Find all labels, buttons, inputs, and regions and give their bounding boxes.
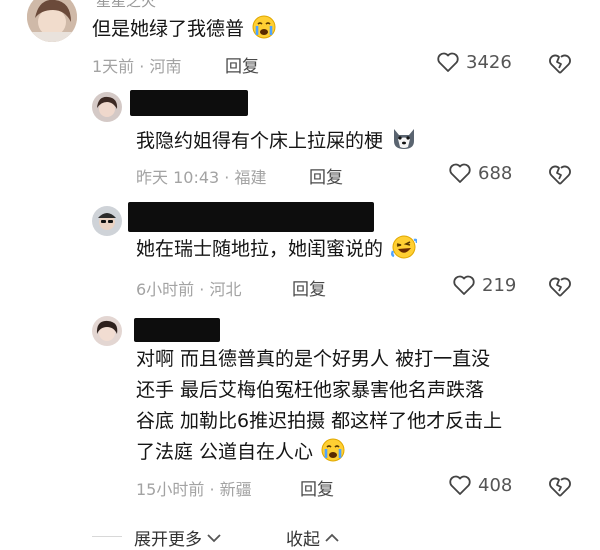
comment-text-content: 我隐约姐得有个床上拉屎的梗 <box>136 130 384 152</box>
comment-meta: 15小时前 · 新疆 <box>136 476 252 500</box>
heart-outline-icon <box>437 52 459 72</box>
reply-button[interactable]: 回复 <box>225 52 259 77</box>
comment-4: 对啊 而且德普真的是个好男人 被打一直没 还手 最后艾梅伯冤枉他家暴害他名声跌落… <box>0 308 600 508</box>
comment-meta: 昨天 10:43 · 福建 <box>136 164 266 188</box>
like-button[interactable]: 688 <box>448 162 512 184</box>
comment-line-2: 还手 最后艾梅伯冤枉他家暴害他名声跌落 <box>136 379 485 401</box>
comment-meta: 1天前 · 河南 <box>92 53 181 77</box>
avatar[interactable] <box>27 0 77 42</box>
broken-heart-icon[interactable] <box>548 275 572 299</box>
reply-button[interactable]: 回复 <box>309 163 343 188</box>
comment-text-content: 但是她绿了我德普 <box>92 18 245 40</box>
broken-heart-icon[interactable] <box>548 52 572 76</box>
collapse-button[interactable]: 收起 <box>286 525 340 550</box>
meta-separator: · <box>139 57 150 76</box>
like-count: 3426 <box>466 51 512 73</box>
comment-text: 我隐约姐得有个床上拉屎的梗 <box>136 126 417 161</box>
laughing-face-icon <box>391 235 419 269</box>
chevron-up-icon <box>325 533 339 542</box>
heart-outline-icon <box>453 275 475 295</box>
comment-text: 她在瑞士随地拉，她闺蜜说的 <box>136 234 419 269</box>
comment-line-4: 了法庭 公道自在人心 <box>136 441 314 463</box>
reply-button[interactable]: 回复 <box>292 275 326 300</box>
heart-outline-icon <box>449 163 471 183</box>
crying-face-icon <box>252 15 276 49</box>
reply-button[interactable]: 回复 <box>300 475 334 500</box>
husky-dog-icon <box>391 127 417 161</box>
collapse-label: 收起 <box>286 530 320 550</box>
comment-line-4-wrap: 了法庭 公道自在人心 <box>136 437 596 472</box>
comment-meta: 6小时前 · 河北 <box>136 276 241 300</box>
broken-heart-icon[interactable] <box>548 475 572 499</box>
heart-outline-icon <box>449 475 471 495</box>
comment-time: 昨天 10:43 <box>136 168 220 187</box>
broken-heart-icon[interactable] <box>548 163 572 187</box>
chevron-down-icon <box>207 533 221 542</box>
comment-time: 15小时前 <box>136 480 205 499</box>
like-button[interactable]: 219 <box>452 274 516 296</box>
avatar[interactable] <box>92 206 122 236</box>
meta-separator: · <box>224 168 235 187</box>
comment-time: 6小时前 <box>136 280 195 299</box>
comment-line-1: 对啊 而且德普真的是个好男人 被打一直没 <box>136 348 491 370</box>
comment-location: 福建 <box>234 168 267 187</box>
redacted-username <box>134 318 220 342</box>
avatar[interactable] <box>92 316 122 346</box>
comment-location: 河南 <box>149 57 182 76</box>
comment-location: 新疆 <box>219 480 252 499</box>
crying-face-icon <box>321 438 345 472</box>
like-button[interactable]: 3426 <box>436 51 512 73</box>
comment-time: 1天前 <box>92 57 135 76</box>
like-count: 408 <box>478 474 513 496</box>
avatar[interactable] <box>92 92 122 122</box>
expand-more-label: 展开更多 <box>134 530 202 550</box>
meta-separator: · <box>209 480 220 499</box>
expand-more-button[interactable]: 展开更多 <box>134 525 222 550</box>
comment-2: 我隐约姐得有个床上拉屎的梗 昨天 10:43 · 福建 回复 688 <box>0 84 600 194</box>
like-count: 219 <box>482 274 517 296</box>
redacted-username <box>128 202 374 232</box>
username[interactable]: 星星之火 <box>96 0 156 11</box>
meta-separator: · <box>199 280 210 299</box>
like-count: 688 <box>478 162 513 184</box>
comment-line-3: 谷底 加勒比6推迟拍摄 都这样了他才反击上 <box>136 410 503 432</box>
like-button[interactable]: 408 <box>448 474 512 496</box>
comment-1: 星星之火 但是她绿了我德普 1天前 · 河南 回复 3426 <box>0 0 600 84</box>
comment-text: 对啊 而且德普真的是个好男人 被打一直没 还手 最后艾梅伯冤枉他家暴害他名声跌落… <box>136 344 596 472</box>
comment-location: 河北 <box>209 280 242 299</box>
divider <box>92 536 122 537</box>
comment-text-content: 她在瑞士随地拉，她闺蜜说的 <box>136 238 384 260</box>
redacted-username <box>130 90 248 116</box>
comment-3: 她在瑞士随地拉，她闺蜜说的 6小时前 · 河北 回复 219 <box>0 196 600 306</box>
comment-text: 但是她绿了我德普 <box>92 14 276 49</box>
